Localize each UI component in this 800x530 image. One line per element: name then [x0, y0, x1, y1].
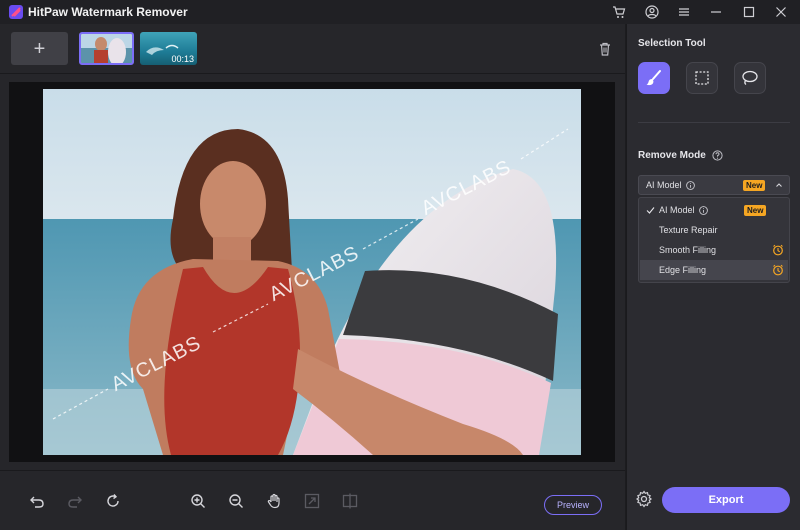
new-badge: New: [743, 180, 766, 191]
brush-icon: [646, 70, 661, 86]
watermark-dotted-line: [52, 128, 569, 420]
close-icon[interactable]: [772, 3, 790, 21]
fit-to-screen-icon[interactable]: [302, 491, 322, 511]
chevron-up-icon: [776, 183, 782, 187]
minimize-icon[interactable]: [707, 3, 725, 21]
maximize-icon[interactable]: [740, 3, 758, 21]
workspace: + 00:13 AVCLABS AVCLABS AVCLABS Preview: [0, 24, 625, 530]
video-thumbnail[interactable]: 00:13: [140, 32, 197, 65]
plus-icon: +: [33, 37, 46, 60]
photo-preview[interactable]: AVCLABS AVCLABS AVCLABS: [43, 89, 581, 455]
clock-icon: [773, 244, 783, 256]
gear-icon[interactable]: [635, 490, 653, 508]
account-icon[interactable]: [643, 3, 661, 21]
new-badge: New: [744, 205, 767, 216]
video-duration: 00:13: [171, 54, 194, 64]
photo-thumbnail[interactable]: [79, 32, 134, 65]
panel-divider: [638, 122, 790, 123]
redo-icon[interactable]: [65, 491, 85, 511]
export-button[interactable]: Export: [662, 487, 790, 513]
mode-option-label: Smooth Filling: [659, 245, 717, 255]
mode-option-label: Edge Filling: [659, 265, 707, 275]
mode-option-label: Texture Repair: [659, 225, 718, 235]
lasso-icon: [742, 70, 758, 86]
compare-icon[interactable]: [340, 491, 360, 511]
app-logo-icon: [9, 5, 23, 19]
mode-option-edge-filling[interactable]: Edge Filling: [640, 260, 788, 280]
remove-mode-heading: Remove Mode: [638, 150, 706, 161]
add-media-button[interactable]: +: [11, 32, 68, 65]
info-icon: [698, 205, 708, 215]
selection-tool-heading: Selection Tool: [638, 38, 706, 49]
remove-mode-dropdown: AI Model New Texture Repair Smooth Filli…: [638, 197, 790, 283]
preview-button[interactable]: Preview: [544, 495, 602, 515]
check-icon: [646, 206, 655, 214]
brush-tool-button[interactable]: [638, 62, 670, 94]
settings-panel: Selection Tool Remove Mode AI Model New …: [626, 24, 800, 530]
mode-option-texture-repair[interactable]: Texture Repair: [640, 220, 788, 240]
selected-mode-label: AI Model: [646, 180, 682, 190]
undo-icon[interactable]: [27, 491, 47, 511]
help-icon[interactable]: [712, 150, 723, 161]
media-strip: + 00:13: [0, 24, 625, 74]
menu-icon[interactable]: [675, 3, 693, 21]
cart-icon[interactable]: [610, 3, 628, 21]
mode-option-smooth-filling[interactable]: Smooth Filling: [640, 240, 788, 260]
hand-icon[interactable]: [264, 491, 284, 511]
mode-option-label: AI Model: [659, 205, 695, 215]
photo-thumbnail-image: [81, 34, 132, 63]
bottom-toolbar: Preview: [0, 470, 625, 530]
info-icon: [685, 180, 695, 190]
app-title: HitPaw Watermark Remover: [28, 5, 188, 19]
clock-icon: [773, 264, 783, 276]
preview-canvas[interactable]: AVCLABS AVCLABS AVCLABS: [9, 82, 615, 462]
mode-option-ai-model[interactable]: AI Model New: [640, 200, 788, 220]
trash-icon[interactable]: [596, 40, 614, 58]
remove-mode-select[interactable]: AI Model New: [638, 175, 790, 195]
lasso-tool-button[interactable]: [734, 62, 766, 94]
rectangle-tool-button[interactable]: [686, 62, 718, 94]
rectangle-select-icon: [695, 71, 709, 85]
zoom-out-icon[interactable]: [226, 491, 246, 511]
title-bar: HitPaw Watermark Remover: [0, 0, 800, 24]
reset-icon[interactable]: [103, 491, 123, 511]
zoom-in-icon[interactable]: [188, 491, 208, 511]
